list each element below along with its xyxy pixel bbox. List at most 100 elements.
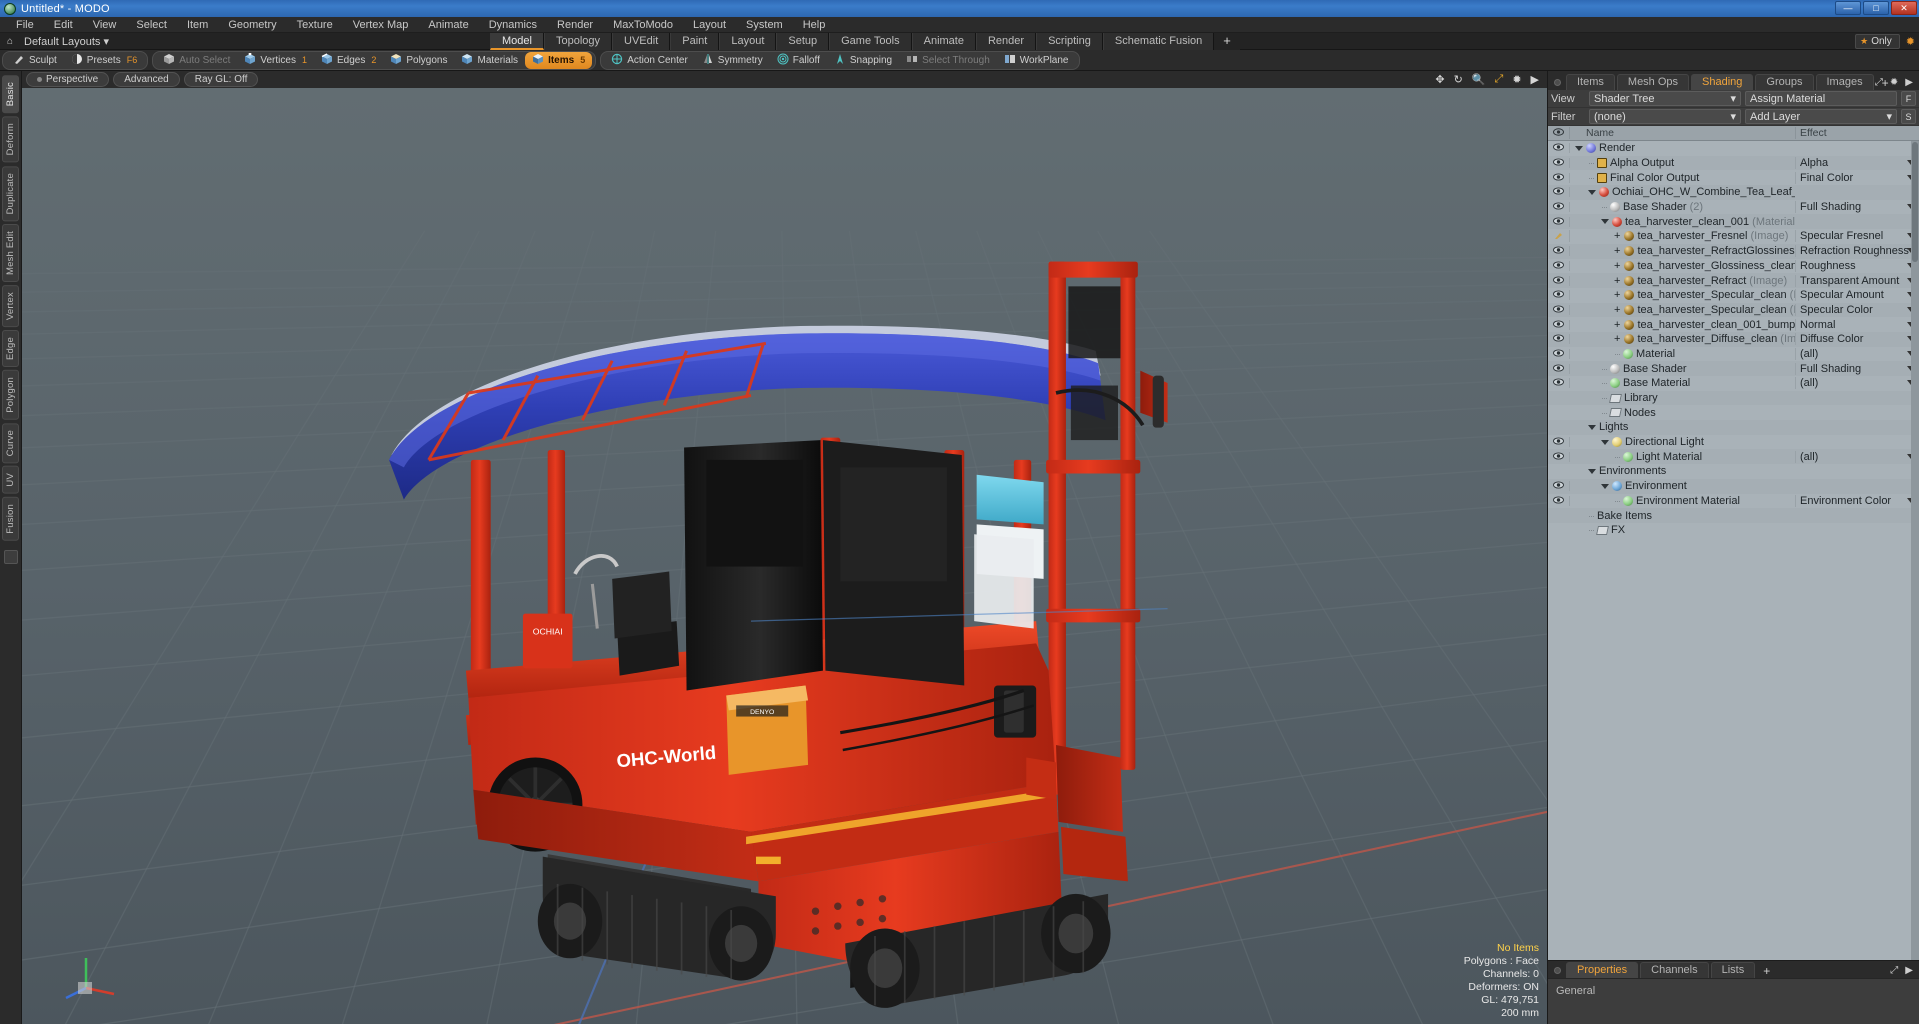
shader-tree-row[interactable]: Environments (1548, 464, 1919, 479)
shader-tree-row[interactable]: ··· Environment Material Environment Color (1548, 493, 1919, 509)
menu-item-animate[interactable]: Animate (418, 17, 478, 33)
rotate-icon[interactable]: ↻ (1454, 73, 1463, 86)
raygl-button[interactable]: Ray GL: Off (183, 72, 259, 87)
panel-menu-dot-icon[interactable] (1554, 967, 1561, 974)
shader-tree-row[interactable]: + tea_harvester_Diffuse_clean(Image) Diffu… (1548, 331, 1919, 347)
expand-plus-icon[interactable]: + (1614, 333, 1620, 345)
shader-tree-row[interactable]: ··· Final Color Output Final Color (1548, 170, 1919, 186)
expand-plus-icon[interactable]: + (1614, 245, 1620, 257)
eye-visibility-icon[interactable] (1548, 143, 1570, 154)
menu-item-maxtomodo[interactable]: MaxToModo (603, 17, 683, 33)
menu-item-vertex-map[interactable]: Vertex Map (343, 17, 419, 33)
shading-tab-items[interactable]: Items (1566, 74, 1615, 90)
left-tab-vertex[interactable]: Vertex (2, 285, 19, 328)
shader-tree-effect-cell[interactable]: Normal (1795, 318, 1919, 331)
home-icon[interactable]: ⌂ (0, 36, 20, 47)
brush-icon[interactable] (1548, 230, 1570, 243)
shader-tree-effect-cell[interactable]: Full Shading (1795, 201, 1919, 214)
layout-tab-animate[interactable]: Animate (911, 33, 976, 50)
toolbar-sculpt-button[interactable]: Sculpt (6, 52, 64, 69)
layout-tab-paint[interactable]: Paint (670, 33, 720, 50)
eye-visibility-icon[interactable] (1548, 304, 1570, 315)
menu-item-view[interactable]: View (83, 17, 127, 33)
shader-tree-effect-cell[interactable]: (all) (1795, 377, 1919, 390)
shader-tree-effect-cell[interactable]: Transparent Amount (1795, 274, 1919, 287)
toolbar-select-through-button[interactable]: Select Through (899, 52, 997, 69)
gear-icon[interactable]: ✹ (1512, 73, 1521, 86)
eye-visibility-icon[interactable] (1548, 216, 1570, 227)
menu-item-item[interactable]: Item (177, 17, 218, 33)
toolbar-items-button[interactable]: Items 5 (525, 51, 593, 69)
toolbar-snapping-button[interactable]: Snapping (827, 52, 899, 69)
shader-tree-effect-cell[interactable]: Environment Color (1795, 494, 1919, 507)
shader-tree-row[interactable]: +tea_harvester_Glossiness_clean(Im …Roug… (1548, 258, 1919, 274)
shader-tree-row[interactable]: ··· Base Shader (2) Full Shading (1548, 199, 1919, 215)
shader-tree-row[interactable]: +tea_harvester_RefractGlossiness(I …Refr… (1548, 243, 1919, 259)
eye-visibility-icon[interactable] (1548, 378, 1570, 389)
left-tab-deform[interactable]: Deform (2, 116, 19, 163)
expand-plus-icon[interactable]: + (1614, 289, 1620, 301)
assign-material-dropdown[interactable]: Assign Material (1745, 91, 1897, 106)
toolbar-vertices-button[interactable]: Vertices 1 (237, 52, 314, 69)
add-layer-s-button[interactable]: S (1901, 109, 1916, 124)
menu-item-system[interactable]: System (736, 17, 793, 33)
layout-tab-schematic-fusion[interactable]: Schematic Fusion (1102, 33, 1215, 50)
menu-item-edit[interactable]: Edit (44, 17, 83, 33)
left-tab-uv[interactable]: UV (2, 466, 19, 494)
toolbar-materials-button[interactable]: Materials (454, 52, 525, 69)
shader-tree-effect-cell[interactable]: Final Color (1795, 171, 1919, 184)
shader-tree-row[interactable]: +tea_harvester_clean_001_bump(Im …Normal (1548, 317, 1919, 332)
toolbar-auto-select-button[interactable]: Auto Select (156, 52, 237, 69)
shader-tree-row[interactable]: +tea_harvester_Specular_clean(Ima …Specu… (1548, 287, 1919, 303)
shader-tree-effect-cell[interactable]: Refraction Roughness (1795, 245, 1919, 258)
layout-tab-topology[interactable]: Topology (543, 33, 613, 50)
eye-visibility-icon[interactable] (1548, 260, 1570, 271)
shading-tab-mesh-ops[interactable]: Mesh Ops (1616, 74, 1690, 90)
shader-tree-row[interactable]: ··· FX (1548, 522, 1919, 538)
shader-tree-effect-cell[interactable]: Diffuse Color (1795, 333, 1919, 346)
eye-visibility-icon[interactable] (1548, 348, 1570, 359)
only-button[interactable]: ★ Only (1855, 34, 1900, 49)
eye-visibility-icon[interactable] (1548, 290, 1570, 301)
toolbar-edges-button[interactable]: Edges 2 (314, 52, 383, 69)
toolbar-falloff-button[interactable]: Falloff (770, 52, 827, 69)
shading-mode-button[interactable]: Advanced (113, 72, 180, 87)
minimize-button[interactable]: — (1835, 1, 1861, 15)
shader-tree-effect-cell[interactable]: (all) (1795, 347, 1919, 360)
default-layouts-dropdown[interactable]: Default Layouts ▾ (20, 35, 109, 48)
chevron-down-icon[interactable] (1601, 219, 1609, 225)
close-button[interactable]: ✕ (1891, 1, 1917, 15)
expand-plus-icon[interactable]: + (1614, 304, 1620, 316)
expand-icon[interactable]: ⤢ (1875, 77, 1883, 88)
viewport-3d[interactable]: OCHIAI OHC-World DENYO No Items Polygons… (22, 88, 1547, 1024)
shader-tree-row[interactable]: ··· Alpha Output Alpha (1548, 155, 1919, 171)
shader-tree-scrollbar[interactable] (1911, 141, 1919, 960)
left-tab-mesh-edit[interactable]: Mesh Edit (2, 224, 19, 283)
eye-visibility-icon[interactable] (1548, 334, 1570, 345)
menu-item-texture[interactable]: Texture (287, 17, 343, 33)
gear-icon[interactable]: ✹ (1906, 35, 1915, 48)
menu-item-dynamics[interactable]: Dynamics (479, 17, 547, 33)
chevron-right-icon[interactable]: ▶ (1905, 77, 1913, 88)
add-layout-tab-button[interactable]: + (1214, 33, 1240, 50)
chevron-down-icon[interactable] (1588, 189, 1596, 195)
expand-icon[interactable]: ⤢ (1890, 965, 1898, 976)
layout-tab-setup[interactable]: Setup (776, 33, 830, 50)
expand-plus-icon[interactable]: + (1614, 260, 1620, 272)
chevron-down-icon[interactable] (1588, 424, 1596, 430)
expand-plus-icon[interactable]: + (1614, 319, 1620, 331)
assign-material-f-button[interactable]: F (1901, 91, 1916, 106)
tea-harvester-3d-model[interactable]: OCHIAI OHC-World DENYO (22, 88, 1547, 1024)
shader-tree-row[interactable]: + tea_harvester_Refract (Image) Transparent… (1548, 273, 1919, 288)
eye-visibility-icon[interactable] (1548, 495, 1570, 506)
shader-tree-effect-cell[interactable]: Full Shading (1795, 362, 1919, 375)
chevron-down-icon[interactable] (1588, 468, 1596, 474)
eye-visibility-icon[interactable] (1548, 202, 1570, 213)
menu-item-geometry[interactable]: Geometry (218, 17, 286, 33)
menu-item-layout[interactable]: Layout (683, 17, 736, 33)
shader-tree-row[interactable]: Directional Light (1548, 434, 1919, 450)
shader-tree-row[interactable]: ··· Light Material (all) (1548, 449, 1919, 465)
zoom-icon[interactable]: 🔍 (1472, 73, 1486, 86)
properties-tab-channels[interactable]: Channels (1640, 962, 1709, 978)
panel-menu-dot-icon[interactable] (1554, 79, 1561, 86)
